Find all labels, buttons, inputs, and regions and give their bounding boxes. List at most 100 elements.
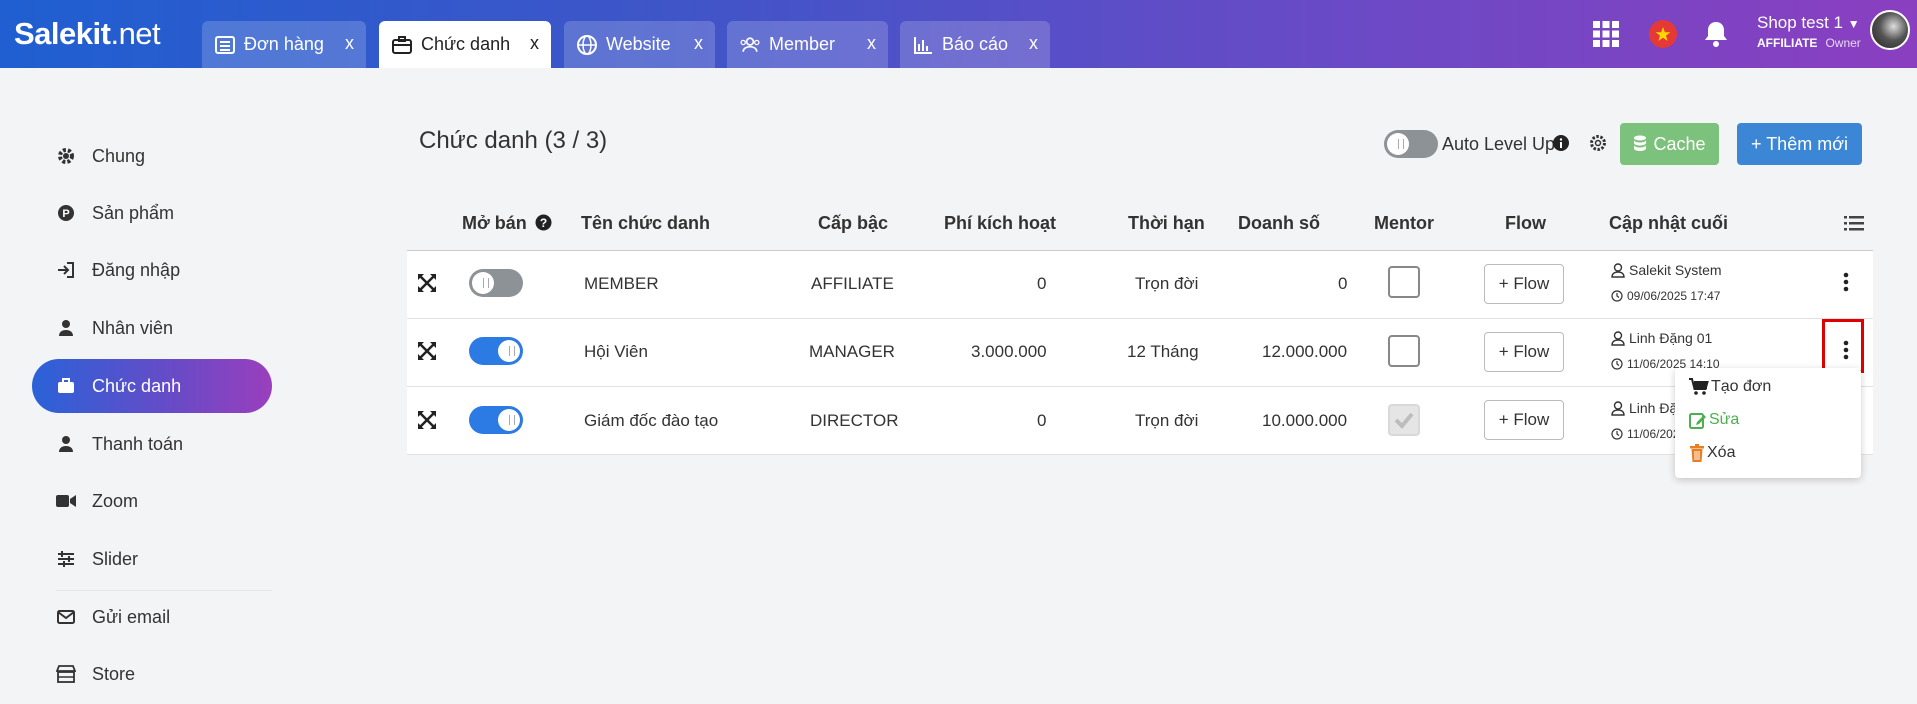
cache-button[interactable]: Cache xyxy=(1620,123,1719,165)
tab-close-button[interactable]: x xyxy=(694,33,703,54)
tab-close-button[interactable]: x xyxy=(1029,33,1038,54)
mail-icon xyxy=(56,607,76,627)
col-mentor[interactable]: Mentor xyxy=(1374,213,1434,234)
sidebar-item-label: Chức danh xyxy=(92,375,182,396)
tab-close-button[interactable]: x xyxy=(530,33,539,54)
info-icon[interactable] xyxy=(1553,135,1569,151)
tab-close-button[interactable]: x xyxy=(867,33,876,54)
settings-gear-icon[interactable] xyxy=(1589,134,1607,152)
expand-icon[interactable] xyxy=(418,411,436,429)
mo-ban-toggle[interactable] xyxy=(469,269,523,297)
menu-item-xoa[interactable]: Xóa xyxy=(1689,444,1735,462)
check-icon xyxy=(1394,412,1414,429)
sidebar-item-nhan-vien[interactable]: Nhân viên xyxy=(32,301,272,355)
tab-label: Website xyxy=(606,34,671,54)
tab-chuc-danh[interactable]: Chức danh x xyxy=(379,21,551,68)
video-icon xyxy=(56,491,76,511)
tab-close-button[interactable]: x xyxy=(345,33,354,54)
login-icon xyxy=(56,260,76,280)
clock-icon xyxy=(1611,290,1623,302)
row-actions-kebab-icon[interactable] xyxy=(1836,270,1856,294)
add-flow-button[interactable]: + Flow xyxy=(1484,264,1564,304)
position-sales: 10.000.000 xyxy=(1262,411,1348,430)
sidebar-item-dang-nhap[interactable]: Đăng nhập xyxy=(32,243,272,297)
toggle-grip xyxy=(483,278,489,288)
tab-label: Member xyxy=(769,34,836,54)
mo-ban-toggle[interactable] xyxy=(469,337,523,365)
col-thoi-han[interactable]: Thời hạn xyxy=(1128,213,1205,234)
sidebar-item-gui-email[interactable]: Gửi email xyxy=(32,590,272,644)
menu-item-tao-don[interactable]: Tạo đơn xyxy=(1689,378,1771,396)
sidebar-item-label: Zoom xyxy=(92,490,139,511)
add-flow-button[interactable]: + Flow xyxy=(1484,400,1564,440)
col-phi-kich-hoat[interactable]: Phí kích hoạt xyxy=(944,213,1056,234)
row-divider xyxy=(407,454,1873,455)
mo-ban-toggle[interactable] xyxy=(469,406,523,434)
vietnam-flag-icon[interactable] xyxy=(1649,20,1677,48)
position-fee: 3.000.000 xyxy=(971,342,1047,361)
sidebar-item-thanh-toan[interactable]: Thanh toán xyxy=(32,417,272,471)
sidebar-item-zoom[interactable]: Zoom xyxy=(32,474,272,528)
col-cap-nhat-cuoi[interactable]: Cập nhật cuối xyxy=(1609,213,1728,234)
kebab-highlight-box xyxy=(1822,319,1864,373)
brand-logo[interactable]: Salekit.net xyxy=(14,16,161,52)
col-doanh-so[interactable]: Doanh số xyxy=(1238,213,1320,234)
sidebar-item-store[interactable]: Store xyxy=(32,647,272,701)
trash-icon xyxy=(1690,444,1704,462)
sidebar-item-slider[interactable]: Slider xyxy=(32,532,272,586)
position-level: AFFILIATE xyxy=(811,274,894,293)
sidebar-item-chung[interactable]: Chung xyxy=(32,129,272,183)
position-sales: 12.000.000 xyxy=(1262,342,1348,361)
position-name: Giám đốc đào tạo xyxy=(584,411,719,430)
sliders-icon xyxy=(56,549,76,569)
col-cap-bac[interactable]: Cấp bậc xyxy=(818,213,888,234)
position-sales: 0 xyxy=(1338,274,1348,293)
col-ten-chuc-danh[interactable]: Tên chức danh xyxy=(581,213,710,234)
row-divider xyxy=(407,386,1873,387)
column-list-icon[interactable] xyxy=(1844,214,1864,232)
user-icon xyxy=(56,318,76,338)
briefcase-icon xyxy=(391,34,413,56)
updater: Salekit System xyxy=(1611,262,1722,278)
sidebar-item-chuc-danh[interactable]: Chức danh xyxy=(32,359,272,413)
auto-level-up-toggle[interactable] xyxy=(1384,130,1438,158)
toggle-grip xyxy=(1398,139,1404,149)
edit-icon xyxy=(1689,413,1706,429)
add-flow-button[interactable]: + Flow xyxy=(1484,332,1564,372)
sidebar-item-label: Gửi email xyxy=(92,606,171,627)
sidebar-item-san-pham[interactable]: P Sản phẩm xyxy=(32,186,272,240)
tab-bao-cao[interactable]: Báo cáo x xyxy=(900,21,1050,68)
sidebar-item-label: Slider xyxy=(92,548,139,569)
user-name[interactable]: Shop test 1 ▼ xyxy=(1757,13,1860,33)
avatar[interactable] xyxy=(1870,10,1910,50)
expand-icon[interactable] xyxy=(418,274,436,292)
product-icon: P xyxy=(56,203,76,223)
help-icon[interactable]: ? xyxy=(535,214,552,231)
clock-icon xyxy=(1611,428,1623,440)
add-new-button[interactable]: + Thêm mới xyxy=(1737,123,1862,165)
mentor-checkbox[interactable] xyxy=(1388,335,1420,367)
globe-icon xyxy=(576,34,598,56)
user-outline-icon xyxy=(1611,262,1625,278)
user-title: Owner xyxy=(1825,36,1861,50)
expand-icon[interactable] xyxy=(418,342,436,360)
chevron-down-icon: ▼ xyxy=(1847,17,1860,31)
col-flow[interactable]: Flow xyxy=(1505,213,1546,234)
svg-text:P: P xyxy=(62,208,69,220)
mentor-checkbox[interactable] xyxy=(1388,266,1420,298)
tab-label: Đơn hàng xyxy=(244,34,324,54)
tab-member[interactable]: Member x xyxy=(727,21,888,68)
mentor-checkbox[interactable] xyxy=(1388,404,1420,436)
svg-text:?: ? xyxy=(540,216,547,230)
sidebar-item-label: Sản phẩm xyxy=(92,202,175,223)
position-fee: 0 xyxy=(1037,274,1047,293)
bell-icon[interactable] xyxy=(1702,20,1730,48)
menu-item-sua[interactable]: Sửa xyxy=(1689,411,1739,429)
tab-don-hang[interactable]: Đơn hàng x xyxy=(202,21,366,68)
apps-grid-icon[interactable] xyxy=(1592,20,1620,48)
row-actions-menu: Tạo đơn Sửa Xóa xyxy=(1675,368,1861,478)
store-icon xyxy=(56,664,76,684)
user-outline-icon xyxy=(1611,400,1625,416)
tab-website[interactable]: Website x xyxy=(564,21,715,68)
sidebar-item-label: Thanh toán xyxy=(92,433,184,454)
